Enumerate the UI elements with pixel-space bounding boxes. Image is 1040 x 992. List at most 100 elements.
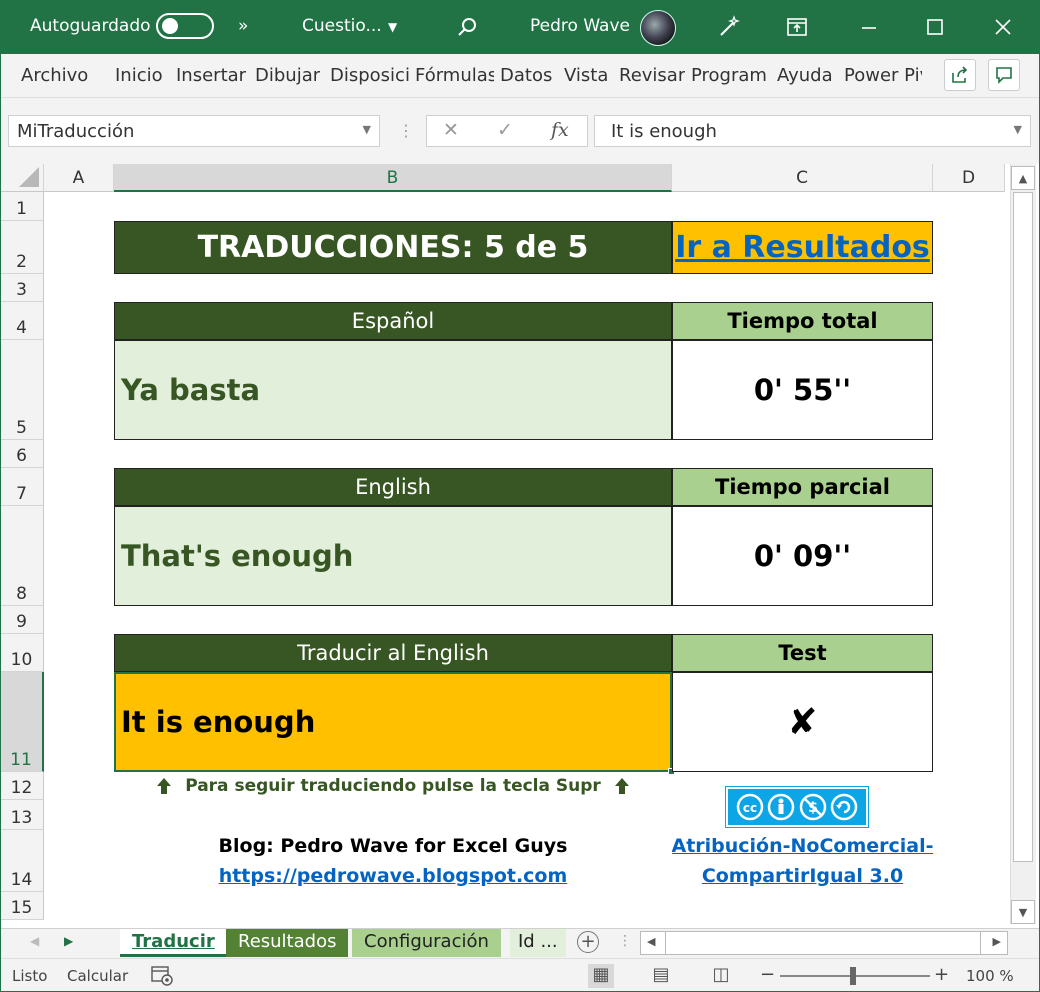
ribbon-display-icon[interactable] xyxy=(784,14,810,40)
results-link-cell[interactable]: Ir a Resultados xyxy=(672,221,933,274)
column-header-c[interactable]: C xyxy=(672,164,933,192)
drag-handle-icon[interactable]: ⋮ xyxy=(618,933,632,949)
zoom-level[interactable]: 100 % xyxy=(966,967,1014,985)
minimize-icon[interactable] xyxy=(856,14,882,40)
sheet-tab-resultados[interactable]: Resultados xyxy=(226,929,349,957)
drag-handle-icon[interactable]: ⋮ xyxy=(398,121,414,140)
blog-link[interactable]: https://pedrowave.blogspot.com xyxy=(219,865,568,887)
vertical-scrollbar[interactable]: ▲ ▼ xyxy=(1010,164,1036,924)
fx-icon[interactable]: fx xyxy=(551,119,569,141)
close-icon[interactable] xyxy=(990,14,1016,40)
select-all-button[interactable] xyxy=(0,164,44,192)
scroll-tabs-left-icon[interactable]: ◀ xyxy=(30,934,39,948)
row-header-5[interactable]: 5 xyxy=(0,340,44,440)
accessibility-icon[interactable] xyxy=(150,965,174,991)
tab-archivo[interactable]: Archivo xyxy=(21,65,88,86)
column-header-d[interactable]: D xyxy=(933,164,1005,192)
normal-view-icon[interactable]: ▦ xyxy=(588,964,614,988)
partial-time-value[interactable]: 0' 09'' xyxy=(672,506,933,606)
attribution-icon xyxy=(768,793,795,821)
row-header-13[interactable]: 13 xyxy=(0,800,44,830)
row-header-4[interactable]: 4 xyxy=(0,302,44,340)
row-header-11[interactable]: 11 xyxy=(0,672,44,772)
formula-input[interactable]: It is enough ▼ xyxy=(594,115,1031,147)
row-header-10[interactable]: 10 xyxy=(0,634,44,672)
column-header-b[interactable]: B xyxy=(114,164,672,192)
license-link[interactable]: CompartirIgual 3.0 xyxy=(702,865,903,887)
row-header-15[interactable]: 15 xyxy=(0,892,44,920)
scroll-right-icon[interactable]: ▶ xyxy=(993,935,1001,948)
scroll-tabs-right-icon[interactable]: ▶ xyxy=(64,934,73,948)
magic-wand-icon[interactable] xyxy=(716,14,742,40)
chevron-down-icon[interactable]: ▼ xyxy=(363,123,371,136)
test-header: Test xyxy=(672,634,933,672)
scroll-left-icon[interactable]: ◀ xyxy=(647,935,655,948)
confirm-icon[interactable]: ✓ xyxy=(497,119,513,141)
row-header-14[interactable]: 14 xyxy=(0,830,44,892)
zoom-slider-thumb[interactable] xyxy=(850,967,856,985)
tab-disposicion[interactable]: Disposici xyxy=(330,65,410,86)
tab-programador[interactable]: Program xyxy=(691,65,771,86)
blog-link-cell[interactable]: https://pedrowave.blogspot.com xyxy=(114,862,672,890)
spanish-text[interactable]: Ya basta xyxy=(114,340,672,440)
document-title[interactable]: Cuestio... xyxy=(302,16,382,36)
row-header-12[interactable]: 12 xyxy=(0,772,44,800)
scroll-down-icon[interactable]: ▼ xyxy=(1011,900,1035,924)
sheet-tab-configuracion[interactable]: Configuración xyxy=(352,929,501,957)
comments-button[interactable] xyxy=(988,59,1020,91)
zoom-in-icon[interactable]: + xyxy=(934,964,949,985)
row-header-6[interactable]: 6 xyxy=(0,440,44,468)
creative-commons-badge[interactable]: cc $ xyxy=(725,786,869,828)
page-layout-view-icon[interactable]: ▤ xyxy=(648,964,674,988)
tab-insertar[interactable]: Insertar xyxy=(176,65,246,86)
share-button[interactable] xyxy=(944,59,976,91)
translation-input-cell[interactable]: It is enough xyxy=(114,672,672,772)
tab-dibujar[interactable]: Dibujar xyxy=(255,65,320,86)
scroll-up-icon[interactable]: ▲ xyxy=(1011,166,1035,190)
test-result[interactable]: ✘ xyxy=(672,672,933,772)
horizontal-scrollbar[interactable]: ◀ ▶ xyxy=(640,931,1008,955)
sheet-tab-traducir[interactable]: Traducir xyxy=(120,929,227,957)
english-text[interactable]: That's enough xyxy=(114,506,672,606)
results-link[interactable]: Ir a Resultados xyxy=(675,230,930,265)
comment-icon xyxy=(996,67,1012,84)
row-header-7[interactable]: 7 xyxy=(0,468,44,506)
sheet-tab-more[interactable]: Id ... xyxy=(510,929,566,957)
row-header-9[interactable]: 9 xyxy=(0,606,44,634)
license-link-line1[interactable]: Atribución-NoComercial- xyxy=(672,832,933,860)
tab-vista[interactable]: Vista xyxy=(564,65,608,86)
total-time-value[interactable]: 0' 55'' xyxy=(672,340,933,440)
quick-access-more[interactable]: » xyxy=(238,16,248,36)
tab-ayuda[interactable]: Ayuda xyxy=(777,65,833,86)
row-header-2[interactable]: 2 xyxy=(0,221,44,274)
search-icon[interactable] xyxy=(454,14,480,40)
user-name[interactable]: Pedro Wave xyxy=(530,16,630,36)
scrollbar-thumb[interactable] xyxy=(665,932,981,954)
autosave-label: Autoguardado xyxy=(30,16,151,36)
scrollbar-thumb[interactable] xyxy=(1013,192,1033,862)
arrow-up-icon xyxy=(157,778,172,794)
sheet-tab-bar: ◀ ▶ Traducir Resultados Configuración Id… xyxy=(0,928,1040,958)
tab-revisar[interactable]: Revisar xyxy=(619,65,685,86)
name-box[interactable]: MiTraducción ▼ xyxy=(8,115,380,147)
tab-inicio[interactable]: Inicio xyxy=(115,65,163,86)
add-sheet-icon[interactable]: + xyxy=(577,931,599,953)
page-break-view-icon[interactable]: ◫ xyxy=(708,964,734,988)
tab-datos[interactable]: Datos xyxy=(500,65,552,86)
maximize-icon[interactable] xyxy=(922,14,948,40)
chevron-down-icon[interactable]: ▼ xyxy=(1014,123,1022,136)
column-header-a[interactable]: A xyxy=(44,164,114,192)
tab-power-pivot[interactable]: Power Piv xyxy=(844,65,922,86)
row-header-1[interactable]: 1 xyxy=(0,192,44,221)
license-link-line2[interactable]: CompartirIgual 3.0 xyxy=(672,862,933,890)
chevron-down-icon[interactable]: ▼ xyxy=(388,20,397,34)
zoom-out-icon[interactable]: − xyxy=(760,964,775,985)
calculate-button[interactable]: Calcular xyxy=(67,967,128,985)
row-header-3[interactable]: 3 xyxy=(0,274,44,302)
avatar[interactable] xyxy=(640,10,676,46)
cancel-icon[interactable]: ✕ xyxy=(443,119,459,141)
license-link[interactable]: Atribución-NoComercial- xyxy=(672,835,933,857)
row-header-8[interactable]: 8 xyxy=(0,506,44,606)
tab-formulas[interactable]: Fórmulas xyxy=(415,65,494,86)
autosave-toggle[interactable] xyxy=(156,13,214,39)
